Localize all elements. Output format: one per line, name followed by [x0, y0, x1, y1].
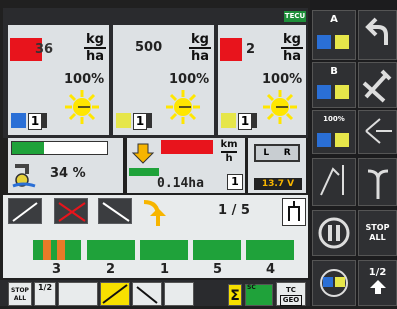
product-panel-3[interactable]: 2 kg ha 100% 1 [218, 25, 306, 135]
voltage-panel: LR 13.7 V [248, 138, 306, 193]
section-counter: 1 / 5 [218, 203, 250, 218]
rate-value: 2 [246, 42, 256, 57]
section-label: 3 [52, 262, 62, 277]
tecu-badge: TECU [284, 11, 306, 22]
download-arrow-icon [131, 143, 155, 164]
percent-value: 100% [262, 72, 303, 87]
tramline-button[interactable] [282, 198, 306, 226]
section-4[interactable] [193, 240, 241, 260]
slope-button[interactable] [132, 282, 162, 306]
fill-level-panel[interactable]: 34 % [8, 138, 123, 193]
section-label: 2 [106, 262, 116, 277]
pause-button[interactable] [312, 210, 356, 256]
rate-indicator [220, 38, 242, 61]
product-number: 1 [133, 113, 147, 130]
battery-voltage: 13.7 V [254, 178, 302, 190]
section-3[interactable] [140, 240, 188, 260]
fertilizer-icon [116, 113, 131, 128]
speed-area-panel[interactable]: km h 0.14ha 1 [127, 138, 245, 193]
speed-indicator [161, 140, 213, 154]
fill-bar-level [12, 142, 45, 154]
sun-icon [166, 90, 200, 124]
split-direction-button[interactable] [358, 158, 397, 206]
rate-unit: kg ha [189, 32, 211, 64]
section-label: 1 [160, 262, 170, 277]
product-b-button[interactable]: B [312, 62, 356, 108]
microgranulate-icon [221, 113, 236, 128]
section-label: 4 [266, 262, 276, 277]
headland-button[interactable] [164, 282, 194, 306]
sun-icon [65, 90, 99, 124]
area-counter-number: 1 [227, 174, 243, 190]
product-panel-1[interactable]: 36 kg ha 100% 1 [8, 25, 109, 135]
settings-tools-button[interactable] [358, 62, 397, 108]
product-a-button[interactable]: A [312, 10, 356, 60]
center-boundary-button[interactable] [54, 198, 88, 224]
rate-unit: kg ha [281, 32, 303, 64]
tc-geo-button[interactable]: TC GEO [276, 282, 306, 306]
seed-icon [11, 113, 26, 128]
section-1[interactable] [33, 240, 81, 260]
product-number: 1 [238, 113, 252, 130]
section-label: 5 [213, 262, 223, 277]
stop-all-bottom-button[interactable]: STOP ALL [8, 282, 32, 306]
boundary-spread-button[interactable] [358, 110, 397, 154]
left-boundary-button[interactable] [8, 198, 42, 224]
rate-unit: kg ha [84, 32, 106, 64]
turn-arrow-icon [143, 200, 166, 226]
lr-display: LR [254, 144, 300, 162]
speed-unit: km h [220, 139, 238, 164]
right-boundary-button[interactable] [98, 198, 132, 224]
half-side-button[interactable]: 1/2 [358, 260, 397, 306]
product-panel-2[interactable]: 500 kg ha 100% 1 [113, 25, 214, 135]
back-button[interactable] [358, 10, 397, 60]
stop-all-side-button[interactable]: STOP ALL [358, 210, 397, 256]
hopper-sensor-icon [12, 164, 36, 188]
border-spreading-button[interactable] [312, 158, 356, 206]
section-control-button[interactable]: SC [245, 284, 273, 306]
area-value: 0.14ha [157, 176, 204, 191]
product-toggle-button[interactable] [312, 260, 356, 306]
track-button[interactable] [100, 282, 130, 306]
sum-button[interactable]: Σ [228, 284, 242, 306]
section-2[interactable] [87, 240, 135, 260]
percent-value: 100% [169, 72, 210, 87]
fill-percent: 34 % [50, 166, 86, 181]
rate-100-button[interactable]: 100% [312, 110, 356, 154]
half-width-button[interactable]: 1/2 [34, 282, 56, 306]
section-5[interactable] [246, 240, 294, 260]
product-number: 1 [28, 113, 42, 130]
tramline-mode-button[interactable] [58, 282, 98, 306]
rate-value: 36 [35, 42, 54, 57]
fill-bar [11, 141, 108, 155]
percent-value: 100% [64, 72, 105, 87]
sun-icon [263, 90, 297, 124]
rate-value: 500 [135, 40, 163, 55]
